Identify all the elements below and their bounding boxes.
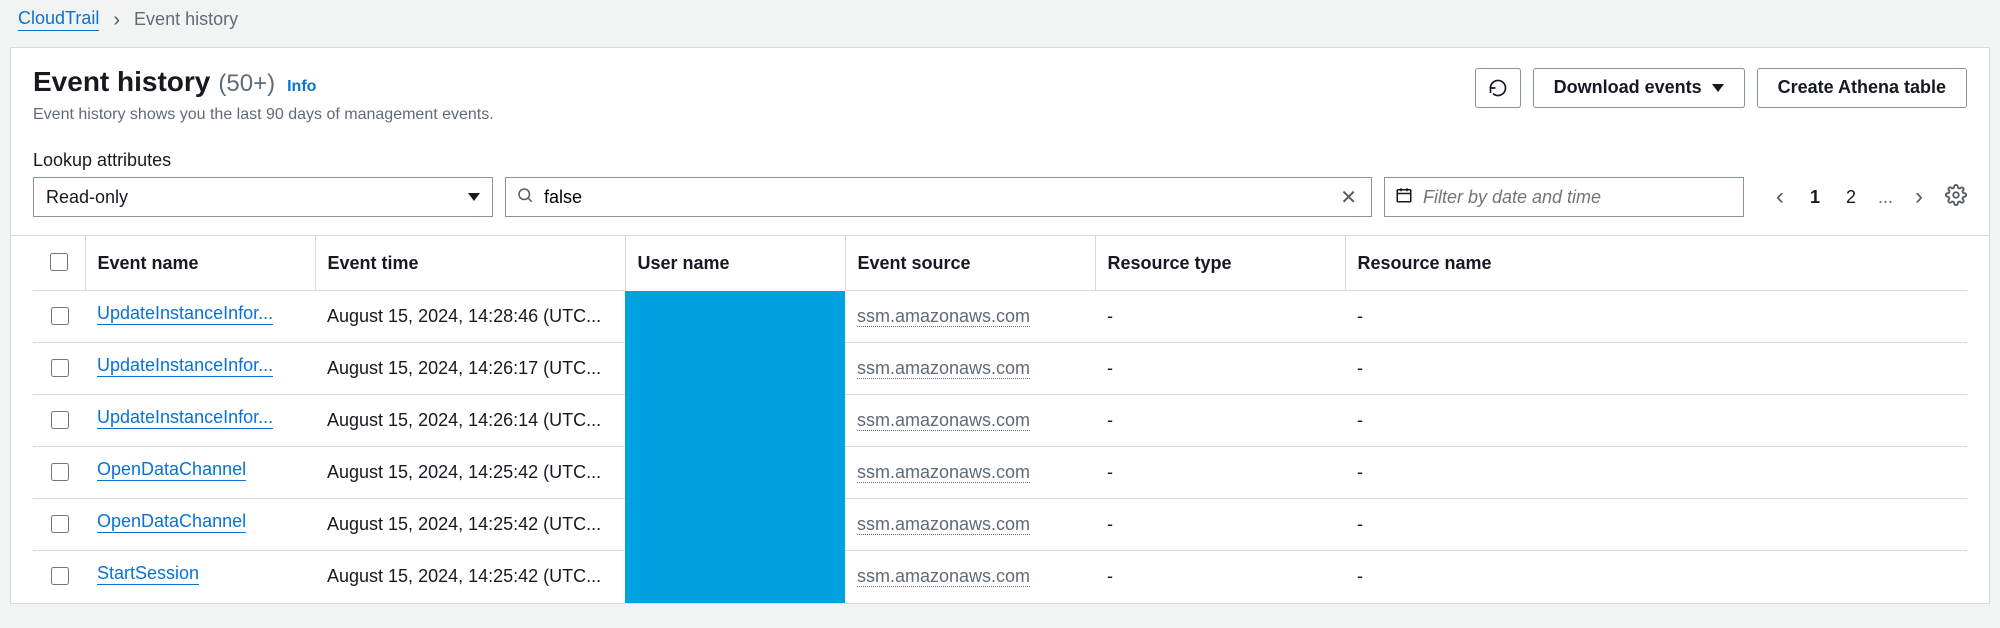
resource-type-cell: - <box>1095 499 1345 551</box>
col-header-resource-name[interactable]: Resource name <box>1345 236 1967 291</box>
table-row: OpenDataChannel August 15, 2024, 14:25:4… <box>33 447 1967 499</box>
chevron-right-icon: › <box>1915 183 1923 210</box>
page-title: Event history <box>33 66 210 98</box>
row-checkbox[interactable] <box>51 307 69 325</box>
search-icon <box>516 186 534 209</box>
col-header-user-name[interactable]: User name <box>625 236 845 291</box>
resource-name-cell: - <box>1345 291 1967 343</box>
event-name-link[interactable]: UpdateInstanceInfor... <box>97 355 273 377</box>
table-row: StartSession August 15, 2024, 14:25:42 (… <box>33 551 1967 603</box>
resource-type-cell: - <box>1095 343 1345 395</box>
table-row: UpdateInstanceInfor... August 15, 2024, … <box>33 343 1967 395</box>
select-all-checkbox[interactable] <box>50 253 68 271</box>
resource-name-cell: - <box>1345 551 1967 603</box>
col-header-event-source[interactable]: Event source <box>845 236 1095 291</box>
resource-name-cell: - <box>1345 499 1967 551</box>
event-time-cell: August 15, 2024, 14:25:42 (UTC... <box>315 551 625 603</box>
event-source-link[interactable]: ssm.amazonaws.com <box>857 566 1030 587</box>
date-filter-input-wrap <box>1384 177 1744 217</box>
event-time-cell: August 15, 2024, 14:26:17 (UTC... <box>315 343 625 395</box>
resource-name-cell: - <box>1345 395 1967 447</box>
event-name-link[interactable]: UpdateInstanceInfor... <box>97 407 273 429</box>
chevron-right-icon: › <box>113 10 120 30</box>
lookup-attribute-select-value: Read-only <box>46 187 128 208</box>
resource-type-cell: - <box>1095 447 1345 499</box>
page-prev-button[interactable]: ‹ <box>1772 183 1788 211</box>
breadcrumb: CloudTrail › Event history <box>0 0 2000 41</box>
user-name-cell <box>625 499 845 551</box>
lookup-attribute-select[interactable]: Read-only <box>33 177 493 217</box>
create-athena-table-label: Create Athena table <box>1778 77 1946 99</box>
page-number-1[interactable]: 1 <box>1806 185 1824 210</box>
lookup-value-input-wrap: ✕ <box>505 177 1372 217</box>
user-name-cell <box>625 343 845 395</box>
table-row: UpdateInstanceInfor... August 15, 2024, … <box>33 291 1967 343</box>
date-filter-input[interactable] <box>1421 186 1733 209</box>
event-time-cell: August 15, 2024, 14:28:46 (UTC... <box>315 291 625 343</box>
col-header-event-name[interactable]: Event name <box>85 236 315 291</box>
clear-input-button[interactable]: ✕ <box>1336 181 1361 214</box>
refresh-icon <box>1488 78 1508 98</box>
resource-name-cell: - <box>1345 343 1967 395</box>
row-checkbox[interactable] <box>51 567 69 585</box>
settings-button[interactable] <box>1945 184 1967 211</box>
event-time-cell: August 15, 2024, 14:25:42 (UTC... <box>315 499 625 551</box>
event-time-cell: August 15, 2024, 14:25:42 (UTC... <box>315 447 625 499</box>
event-source-link[interactable]: ssm.amazonaws.com <box>857 358 1030 379</box>
user-name-cell <box>625 447 845 499</box>
table-row: OpenDataChannel August 15, 2024, 14:25:4… <box>33 499 1967 551</box>
table-row: UpdateInstanceInfor... August 15, 2024, … <box>33 395 1967 447</box>
user-name-cell <box>625 551 845 603</box>
page-next-button[interactable]: › <box>1911 183 1927 211</box>
event-name-link[interactable]: OpenDataChannel <box>97 511 246 533</box>
record-count: (50+) <box>218 70 275 98</box>
event-name-link[interactable]: StartSession <box>97 563 199 585</box>
lookup-attributes-label: Lookup attributes <box>33 150 1967 171</box>
event-name-link[interactable]: OpenDataChannel <box>97 459 246 481</box>
event-source-link[interactable]: ssm.amazonaws.com <box>857 514 1030 535</box>
chevron-left-icon: ‹ <box>1776 183 1784 210</box>
event-source-link[interactable]: ssm.amazonaws.com <box>857 306 1030 327</box>
close-icon: ✕ <box>1340 187 1357 209</box>
download-events-button[interactable]: Download events <box>1533 68 1745 108</box>
caret-down-icon <box>468 193 480 201</box>
col-header-event-time[interactable]: Event time <box>315 236 625 291</box>
user-name-cell <box>625 291 845 343</box>
pagination: ‹ 1 2 ... › <box>1772 183 1967 211</box>
breadcrumb-root-link[interactable]: CloudTrail <box>18 8 99 31</box>
resource-type-cell: - <box>1095 291 1345 343</box>
events-table: Event name Event time User name Event so… <box>33 236 1967 603</box>
info-link[interactable]: Info <box>287 78 316 96</box>
row-checkbox[interactable] <box>51 359 69 377</box>
col-header-resource-type[interactable]: Resource type <box>1095 236 1345 291</box>
user-name-cell <box>625 395 845 447</box>
event-source-link[interactable]: ssm.amazonaws.com <box>857 410 1030 431</box>
row-checkbox[interactable] <box>51 515 69 533</box>
resource-name-cell: - <box>1345 447 1967 499</box>
event-name-link[interactable]: UpdateInstanceInfor... <box>97 303 273 325</box>
create-athena-table-button[interactable]: Create Athena table <box>1757 68 1967 108</box>
resource-type-cell: - <box>1095 551 1345 603</box>
breadcrumb-current: Event history <box>134 9 238 30</box>
lookup-value-input[interactable] <box>542 178 1336 216</box>
event-time-cell: August 15, 2024, 14:26:14 (UTC... <box>315 395 625 447</box>
refresh-button[interactable] <box>1475 68 1521 108</box>
page-ellipsis: ... <box>1878 187 1893 208</box>
download-events-label: Download events <box>1554 77 1702 99</box>
resource-type-cell: - <box>1095 395 1345 447</box>
row-checkbox[interactable] <box>51 463 69 481</box>
caret-down-icon <box>1712 84 1724 92</box>
page-subtitle: Event history shows you the last 90 days… <box>33 106 494 124</box>
row-checkbox[interactable] <box>51 411 69 429</box>
gear-icon <box>1945 184 1967 206</box>
main-panel: Event history (50+) Info Event history s… <box>10 47 1990 604</box>
event-source-link[interactable]: ssm.amazonaws.com <box>857 462 1030 483</box>
calendar-icon <box>1395 186 1413 209</box>
page-number-2[interactable]: 2 <box>1842 185 1860 210</box>
